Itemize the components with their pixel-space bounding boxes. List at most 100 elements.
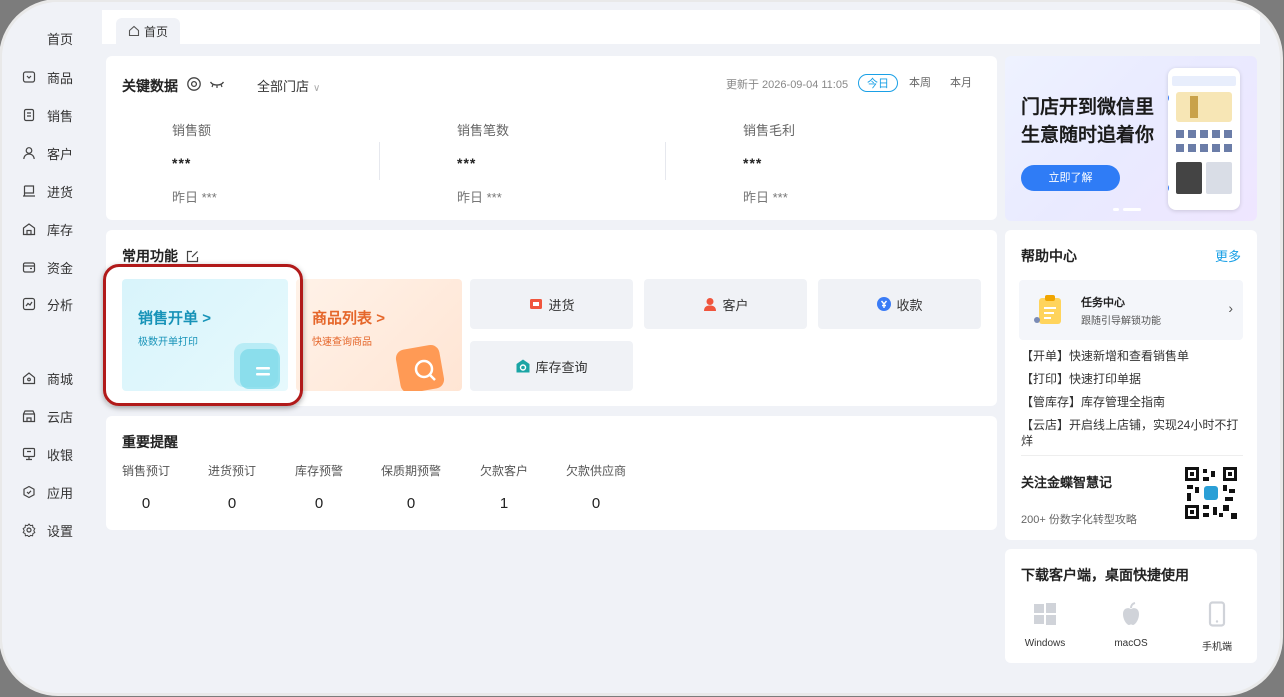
help-link[interactable]: 【打印】快速打印单据 [1021,371,1243,387]
reminder-item[interactable]: 库存预警 0 [295,462,343,512]
sidebar-item-funds[interactable]: 资金 [22,255,73,279]
follow-title: 关注金蝶智慧记 [1021,475,1113,490]
tab-label: 首页 [144,24,169,39]
sidebar-item-label: 首页 [47,31,74,47]
sidebar-item-customer[interactable]: 客户 [22,141,73,165]
metric-label: 销售毛利 [743,123,796,138]
key-data-title: 关键数据 [122,78,178,94]
download-card: 下载客户端，桌面快捷使用 Windows macOS 手机端 [1005,549,1257,663]
app-icon [22,485,36,499]
qr-code-image [1185,467,1237,519]
sidebar-item-sales[interactable]: 销售 [22,103,73,127]
inventory-icon [516,359,530,373]
sidebar-item-settings[interactable]: 设置 [22,518,73,542]
range-today-button[interactable]: 今日 [858,74,898,92]
reminders-card: 重要提醒 销售预订 0 进货预订 0 库存预警 0 保质期预警 0 欠款客户 1… [106,416,997,530]
eye-closed-icon[interactable] [209,77,225,91]
chart-icon [22,297,36,311]
help-link[interactable]: 【云店】开启线上店铺，实现24小时不打烊 [1021,417,1243,449]
sidebar-item-label: 资金 [47,260,74,276]
reminder-label: 保质期预警 [381,464,442,478]
download-macos[interactable]: macOS [1101,601,1161,649]
carousel-dot[interactable] [1113,208,1119,211]
task-subtitle: 跟随引导解锁功能 [1081,316,1161,327]
mobile-icon [1208,601,1226,627]
mall-icon [22,371,36,385]
help-link[interactable]: 【管库存】库存管理全指南 [1021,394,1243,410]
help-link[interactable]: 【开单】快速新增和查看销售单 [1021,348,1243,364]
sidebar-item-home[interactable]: 首页 [22,26,73,50]
carousel-dots[interactable] [1113,208,1141,211]
metric-sales-amount: 销售额 *** 昨日 *** [172,120,372,206]
sidebar-item-analysis[interactable]: 分析 [22,292,73,316]
sales-order-tile[interactable]: 销售开单 > 极数开单打印 [122,279,288,391]
edit-icon[interactable] [186,250,199,263]
sidebar-item-inventory[interactable]: 库存 [22,217,73,241]
document-icon [234,343,280,389]
task-title: 任务中心 [1081,297,1125,309]
phone-mockup-image [1159,68,1240,210]
reminder-item[interactable]: 欠款供应商 0 [566,462,626,512]
sidebar-item-cloud-store[interactable]: 云店 [22,404,73,428]
tile-label: 客户 [722,297,749,313]
goods-list-title: 商品列表 > [312,307,385,328]
search-icon [395,344,445,391]
metric-yesterday: 昨日 *** [743,190,788,205]
sidebar-item-cashier[interactable]: 收银 [22,442,73,466]
purchase-tile[interactable]: 进货 [470,279,633,329]
tab-home[interactable]: 首页 [116,18,181,44]
metric-gross-profit: 销售毛利 *** 昨日 *** [743,120,943,206]
sidebar-item-goods[interactable]: 商品 [22,65,73,89]
download-windows[interactable]: Windows [1015,601,1075,649]
metric-label: 销售笔数 [457,123,510,138]
metric-yesterday: 昨日 *** [457,190,502,205]
arrow-right-icon: > [376,310,385,327]
banner-line1: 门店开到微信里 [1021,97,1155,118]
goods-list-tile[interactable]: 商品列表 > 快速查询商品 [296,279,462,391]
range-month-button[interactable]: 本月 [950,74,972,92]
warehouse-icon [22,222,36,236]
key-data-card: 关键数据 全部门店 ∨ 更新于 2026-09-04 11:05 今日 本周 本月… [106,56,997,220]
learn-more-button[interactable]: 立即了解 [1021,165,1120,191]
sales-order-label: 销售开单 [138,310,199,327]
reminder-item[interactable]: 保质期预警 0 [381,462,441,512]
download-label: macOS [1114,638,1148,649]
carousel-dot[interactable] [1123,208,1141,211]
sidebar-item-apps[interactable]: 应用 [22,480,73,504]
metric-yesterday: 昨日 *** [172,190,217,205]
shop-preview-illustration [1159,76,1236,194]
sales-order-title: 销售开单 > [138,307,211,328]
metric-value: *** [457,155,477,171]
reminder-item[interactable]: 销售预订 0 [122,462,170,512]
reminder-value: 0 [141,495,151,512]
sidebar-item-purchase[interactable]: 进货 [22,179,73,203]
reminder-label: 欠款客户 [480,464,529,478]
eye-settings-icon[interactable] [186,76,202,92]
home-icon [22,31,36,45]
sidebar-item-mall[interactable]: 商城 [22,366,73,390]
download-mobile[interactable]: 手机端 [1187,601,1247,653]
tile-label: 进货 [548,297,575,313]
reminder-label: 销售预订 [122,464,171,478]
metric-sales-count: 销售笔数 *** 昨日 *** [457,120,657,206]
reminder-value: 0 [227,495,237,512]
download-label: 手机端 [1202,642,1232,653]
payment-tile[interactable]: 收款 [818,279,981,329]
range-week-button[interactable]: 本周 [909,74,931,92]
customer-tile[interactable]: 客户 [644,279,807,329]
purchase-icon [22,184,36,198]
tile-label: 库存查询 [535,359,588,375]
reminder-item[interactable]: 欠款客户 1 [480,462,528,512]
customer-icon [704,298,717,311]
inventory-query-tile[interactable]: 库存查询 [470,341,633,391]
help-more-link[interactable]: 更多 [1215,246,1241,265]
store-filter-dropdown[interactable]: 全部门店 ∨ [257,76,320,95]
promo-banner[interactable]: 门店开到微信里 生意随时追着你 立即了解 [1005,56,1257,221]
app-window: 首页 商品 销售 客户 进货 库存 资金 分析 商城 云店 收银 应用 设置 首… [2,2,1280,693]
reminder-item[interactable]: 进货预订 0 [208,462,256,512]
reminder-label: 欠款供应商 [566,464,627,478]
purchase-icon [530,299,543,309]
reminders-title: 重要提醒 [122,434,178,450]
sales-icon [22,108,36,122]
task-center-item[interactable]: 任务中心 跟随引导解锁功能 › [1019,280,1243,340]
